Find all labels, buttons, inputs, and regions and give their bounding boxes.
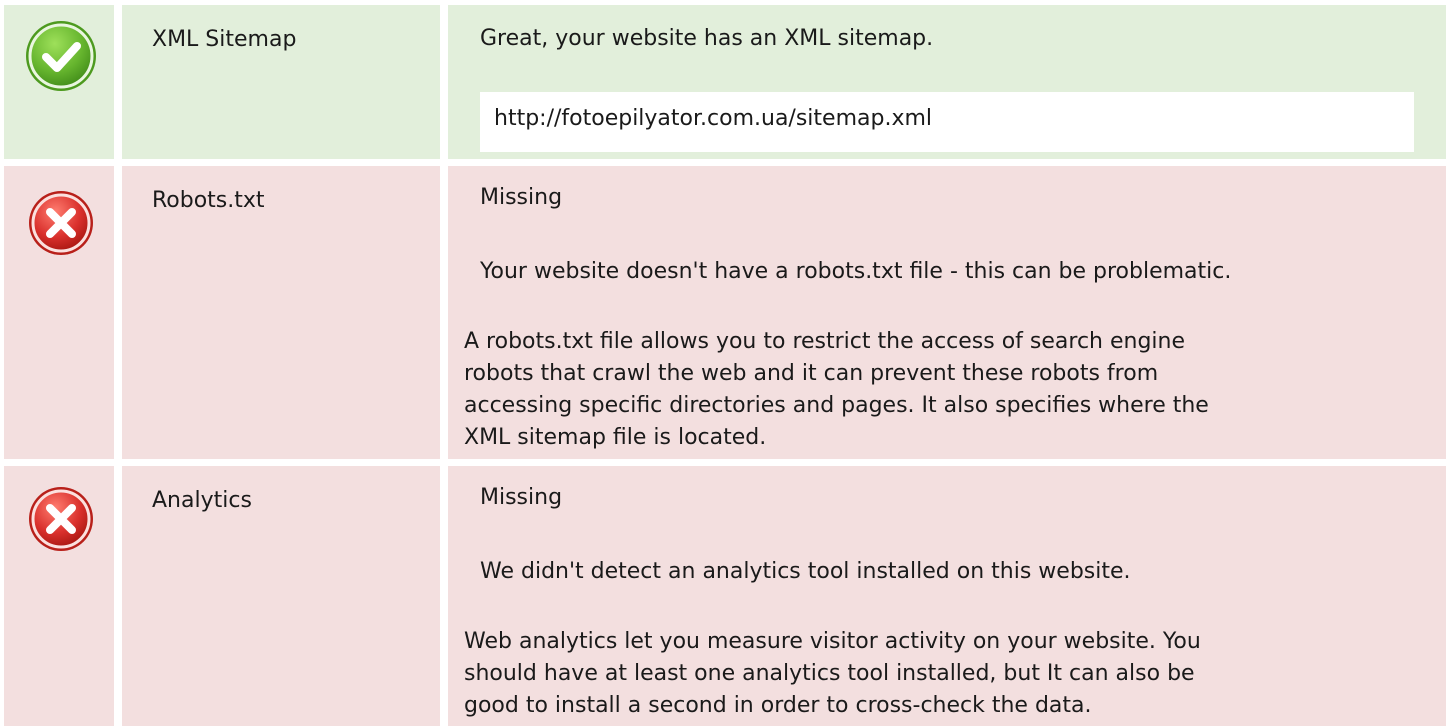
check-row-xml-sitemap: XML Sitemap Great, your website has an X… [0, 5, 1446, 159]
check-result-cell: Missing Your website doesn't have a robo… [448, 166, 1446, 459]
status-icon-cell [4, 466, 114, 726]
result-message: We didn't detect an analytics tool insta… [480, 559, 1131, 584]
error-x-icon [28, 190, 94, 256]
description-line: Web analytics let you measure visitor ac… [464, 629, 1201, 654]
check-circle-icon [24, 19, 98, 93]
check-label: XML Sitemap [152, 27, 297, 52]
status-text: Missing [480, 485, 563, 510]
result-message: Great, your website has an XML sitemap. [480, 26, 934, 51]
description-line: good to install a second in order to cro… [464, 693, 1092, 718]
status-icon-cell [4, 5, 114, 159]
result-description: Web analytics let you measure visitor ac… [464, 626, 1201, 722]
result-description: A robots.txt file allows you to restrict… [464, 326, 1209, 454]
description-line: XML sitemap file is located. [464, 425, 767, 450]
status-text: Missing [480, 185, 563, 210]
description-line: should have at least one analytics tool … [464, 661, 1195, 686]
check-label-cell: Analytics [122, 466, 440, 726]
description-line: A robots.txt file allows you to restrict… [464, 329, 1186, 354]
check-result-cell: Great, your website has an XML sitemap. … [448, 5, 1446, 159]
check-label-cell: Robots.txt [122, 166, 440, 459]
sitemap-url[interactable]: http://fotoepilyator.com.ua/sitemap.xml [494, 106, 932, 131]
status-icon-cell [4, 166, 114, 459]
error-x-icon [28, 486, 94, 552]
description-line: accessing specific directories and pages… [464, 393, 1209, 418]
check-label: Robots.txt [152, 188, 265, 213]
check-row-analytics: Analytics Missing We didn't detect an an… [0, 466, 1446, 726]
check-row-robots-txt: Robots.txt Missing Your website doesn't … [0, 166, 1446, 459]
sitemap-url-box: http://fotoepilyator.com.ua/sitemap.xml [480, 92, 1414, 152]
result-message: Your website doesn't have a robots.txt f… [480, 259, 1232, 284]
check-label-cell: XML Sitemap [122, 5, 440, 159]
check-result-cell: Missing We didn't detect an analytics to… [448, 466, 1446, 726]
check-label: Analytics [152, 488, 252, 513]
description-line: robots that crawl the web and it can pre… [464, 361, 1159, 386]
